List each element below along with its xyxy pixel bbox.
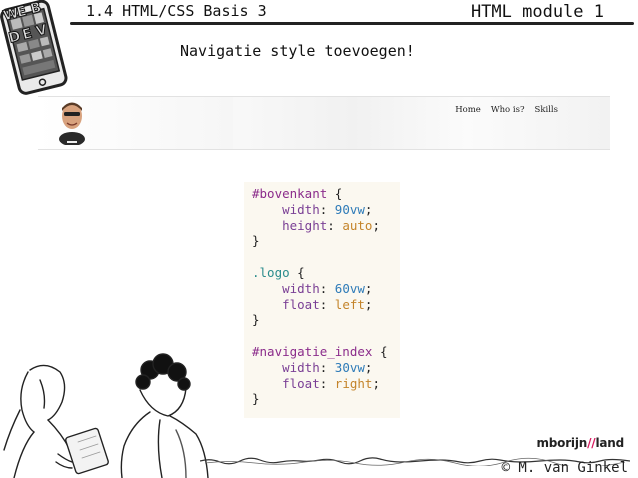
people-illustration bbox=[3, 353, 209, 478]
code-token: } bbox=[252, 233, 260, 249]
course-title: 1.4 HTML/CSS Basis 3 bbox=[86, 2, 267, 20]
code-token: auto bbox=[342, 217, 373, 233]
nav-item-skills[interactable]: Skills bbox=[535, 105, 559, 115]
code-line: #bovenkant { bbox=[252, 186, 400, 202]
code-line: width: 30vw; bbox=[252, 360, 400, 376]
code-token: : bbox=[319, 375, 335, 391]
code-token: width bbox=[252, 359, 320, 375]
code-token: left bbox=[334, 296, 365, 312]
code-token: height bbox=[252, 217, 328, 233]
code-token: : bbox=[319, 359, 335, 375]
code-token: : bbox=[319, 201, 335, 217]
site-navigation: Home Who is? Skills bbox=[455, 105, 558, 115]
code-token: { bbox=[327, 186, 343, 201]
code-line: } bbox=[252, 391, 400, 407]
code-token: : bbox=[319, 280, 335, 296]
code-token: width bbox=[252, 280, 320, 296]
code-line: .logo { bbox=[252, 265, 400, 281]
webdev-phone-logo: W E B D E V bbox=[0, 0, 68, 95]
code-token: ; bbox=[364, 296, 373, 312]
slide-title: Navigatie style toevoegen! bbox=[180, 42, 415, 60]
mborijnland-logo: mborijn//land bbox=[536, 436, 624, 450]
author-credit: © M. van Ginkel bbox=[501, 460, 628, 476]
code-line: height: auto; bbox=[252, 218, 400, 234]
code-text: #bovenkant { width: 90vw; height: auto;}… bbox=[244, 182, 400, 407]
code-line: width: 60vw; bbox=[252, 281, 400, 297]
nav-item-who-is[interactable]: Who is? bbox=[491, 105, 525, 115]
brand-part-mbo: mbo bbox=[536, 436, 566, 450]
brand-part-land: land bbox=[595, 436, 624, 450]
code-line: } bbox=[252, 312, 400, 328]
code-token: : bbox=[319, 296, 335, 312]
avatar bbox=[59, 102, 85, 145]
code-token: right bbox=[334, 375, 373, 391]
code-token: ; bbox=[372, 375, 380, 391]
code-line: width: 90vw; bbox=[252, 202, 400, 218]
code-token: { bbox=[372, 343, 388, 359]
code-line: float: left; bbox=[252, 297, 400, 313]
code-token: float bbox=[252, 375, 320, 391]
code-token: width bbox=[252, 201, 320, 217]
code-token: .logo bbox=[252, 264, 290, 280]
code-token: 30vw bbox=[334, 359, 365, 375]
code-token: 60vw bbox=[334, 280, 365, 296]
nav-item-home[interactable]: Home bbox=[455, 105, 481, 115]
code-token: : bbox=[327, 217, 343, 233]
code-token: 90vw bbox=[334, 201, 365, 217]
brand-part-rijn: rijn bbox=[565, 436, 588, 450]
code-token: ; bbox=[364, 201, 373, 217]
header-rule bbox=[70, 22, 634, 25]
code-token: #navigatie_index bbox=[252, 343, 373, 359]
code-line: } bbox=[252, 233, 400, 249]
website-preview: Home Who is? Skills bbox=[38, 96, 610, 150]
code-token: ; bbox=[372, 217, 380, 233]
code-token: } bbox=[252, 312, 260, 328]
code-token: } bbox=[252, 391, 260, 407]
module-title: HTML module 1 bbox=[470, 2, 604, 22]
code-token: #bovenkant bbox=[252, 186, 328, 201]
code-line: float: right; bbox=[252, 376, 400, 392]
code-token: ; bbox=[364, 359, 373, 375]
code-token: float bbox=[252, 296, 320, 312]
code-token: { bbox=[289, 264, 305, 280]
css-code-block: #bovenkant { width: 90vw; height: auto;}… bbox=[244, 182, 400, 418]
code-token: ; bbox=[364, 280, 373, 296]
code-line: #navigatie_index { bbox=[252, 344, 400, 360]
site-logo-area bbox=[38, 97, 233, 149]
